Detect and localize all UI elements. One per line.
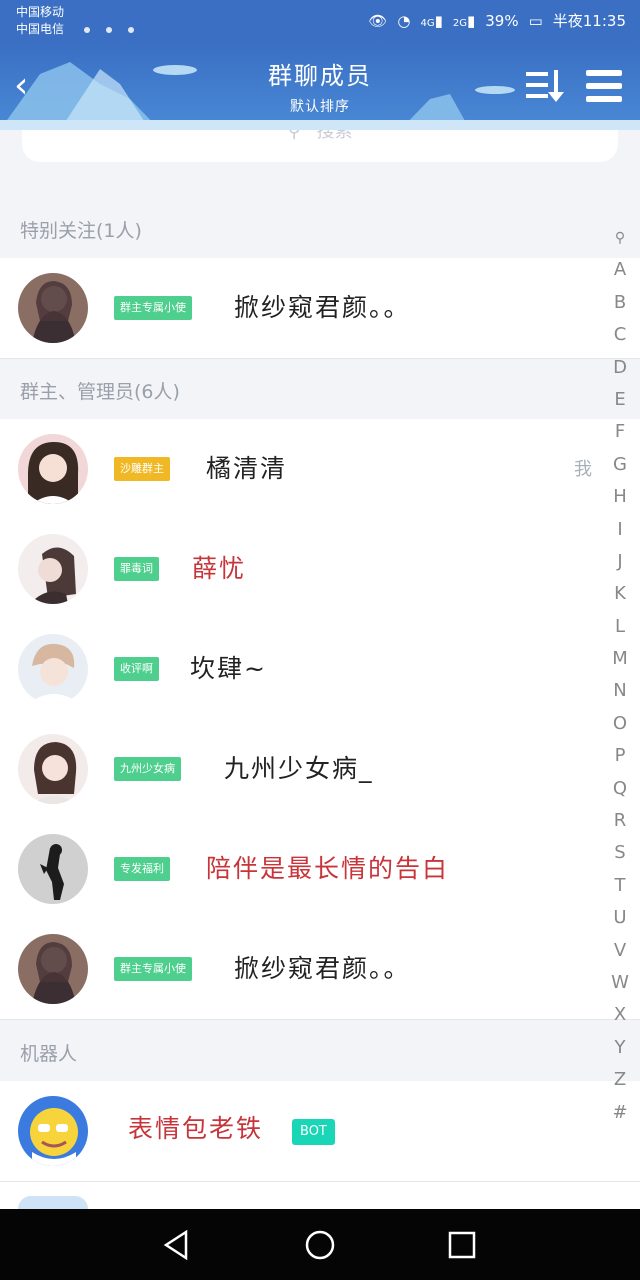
avatar (18, 834, 88, 904)
notification-icons (84, 18, 150, 37)
index-letter[interactable]: K (610, 578, 630, 610)
status-bar: 中国移动 中国电信 👁 ◔ 4G▮ 2G▮ 39% ▭ 半夜11:35 (0, 0, 640, 44)
index-letter[interactable]: # (610, 1097, 630, 1129)
signal-2g: 2G▮ (452, 11, 476, 30)
list-item[interactable]: 沙雕群主 橘清清 我 (0, 419, 640, 520)
menu-icon[interactable] (584, 66, 624, 106)
alphabet-index[interactable]: ⚲ A B C D E F G H I J K L M N O P Q R S … (610, 222, 630, 1129)
index-letter[interactable]: J (610, 546, 630, 578)
list-item[interactable]: 表情包老铁 BOT (0, 1081, 640, 1182)
list-item[interactable]: 群主专属小使 掀纱窥君颜。。 (0, 258, 640, 359)
notification-dot-icon (84, 27, 90, 33)
section-header-admins: 群主、管理员(6人) (20, 381, 180, 403)
index-letter[interactable]: E (610, 384, 630, 416)
list-item[interactable]: 专发福利 陪伴是最长情的告白 (0, 819, 640, 920)
index-letter[interactable]: X (610, 999, 630, 1031)
index-letter[interactable]: V (610, 935, 630, 967)
wifi-icon: ◔ (397, 11, 411, 30)
index-letter[interactable]: A (610, 254, 630, 286)
index-search-icon[interactable]: ⚲ (610, 222, 630, 254)
index-letter[interactable]: P (610, 740, 630, 772)
notification-dot-icon (128, 27, 134, 33)
self-tag: 我 (574, 459, 592, 480)
member-name: 陪伴是最长情的告白 (206, 854, 450, 883)
index-letter[interactable]: Z (610, 1064, 630, 1096)
member-name: 薛忧 (192, 554, 247, 583)
member-title-badge: 群主专属小使 (114, 296, 192, 320)
section-header-special: 特别关注(1人) (20, 220, 142, 242)
member-name: 九州少女病_ (224, 754, 374, 783)
member-title-badge: 沙雕群主 (114, 457, 170, 481)
carrier-1: 中国移动 (16, 5, 65, 19)
member-title-badge: 群主专属小使 (114, 957, 192, 981)
clock: 半夜11:35 (552, 12, 626, 30)
avatar (18, 1196, 88, 1209)
index-letter[interactable]: G (610, 449, 630, 481)
sort-icon[interactable] (524, 66, 566, 106)
index-letter[interactable]: L (610, 611, 630, 643)
search-input[interactable]: ⚲ 搜索 (22, 130, 618, 162)
avatar (18, 734, 88, 804)
signal-4g: 4G▮ (420, 11, 443, 30)
avatar (18, 534, 88, 604)
avatar (18, 1096, 88, 1166)
carrier-2: 中国电信 (16, 22, 65, 36)
index-letter[interactable]: M (610, 643, 630, 675)
member-title-badge: 九州少女病 (114, 757, 181, 781)
index-letter[interactable]: N (610, 675, 630, 707)
index-letter[interactable]: D (610, 352, 630, 384)
index-letter[interactable]: U (610, 902, 630, 934)
avatar (18, 434, 88, 504)
bot-name: 表情包老铁 (128, 1114, 264, 1143)
avatar (18, 273, 88, 343)
index-letter[interactable]: T (610, 870, 630, 902)
index-letter[interactable]: F (610, 416, 630, 448)
eye-icon: 👁 (368, 11, 388, 30)
index-letter[interactable]: B (610, 287, 630, 319)
member-name: 掀纱窥君颜。。 (234, 954, 411, 983)
index-letter[interactable]: Q (610, 773, 630, 805)
notification-dot-icon (106, 27, 112, 33)
avatar (18, 634, 88, 704)
search-placeholder: 搜索 (316, 130, 353, 142)
index-letter[interactable]: S (610, 837, 630, 869)
index-letter[interactable]: Y (610, 1032, 630, 1064)
carrier-info: 中国移动 中国电信 (16, 4, 64, 38)
index-letter[interactable]: C (610, 319, 630, 351)
nav-home-icon[interactable] (302, 1227, 338, 1263)
nav-recent-icon[interactable] (444, 1227, 480, 1263)
member-name: 掀纱窥君颜。。 (234, 293, 411, 322)
index-letter[interactable]: H (610, 481, 630, 513)
battery-percent: 39% (485, 11, 519, 30)
list-item[interactable]: 罪毒词 薛忧 (0, 519, 640, 620)
section-header-bots: 机器人 (20, 1043, 78, 1065)
member-title-badge: 收评啊 (114, 657, 159, 681)
search-icon: ⚲ (287, 130, 301, 142)
header-bar: ‹ 群聊成员 默认排序 (0, 44, 640, 130)
index-letter[interactable]: O (610, 708, 630, 740)
member-name: 坎肆~ (190, 654, 267, 683)
list-item[interactable]: 群主专属小使 掀纱窥君颜。。 (0, 919, 640, 1020)
nav-back-icon[interactable] (160, 1227, 196, 1263)
system-nav-bar (0, 1209, 640, 1280)
bot-badge: BOT (292, 1119, 335, 1145)
member-title-badge: 罪毒词 (114, 557, 159, 581)
status-right: 👁 ◔ 4G▮ 2G▮ 39% ▭ 半夜11:35 (368, 10, 626, 31)
list-item[interactable] (0, 1182, 640, 1209)
index-letter[interactable]: W (610, 967, 630, 999)
index-letter[interactable]: I (610, 514, 630, 546)
avatar (18, 934, 88, 1004)
index-letter[interactable]: R (610, 805, 630, 837)
member-name: 橘清清 (206, 454, 288, 483)
member-title-badge: 专发福利 (114, 857, 170, 881)
list-item[interactable]: 九州少女病 九州少女病_ (0, 719, 640, 820)
list-item[interactable]: 收评啊 坎肆~ (0, 619, 640, 720)
battery-icon: ▭ (528, 11, 543, 30)
